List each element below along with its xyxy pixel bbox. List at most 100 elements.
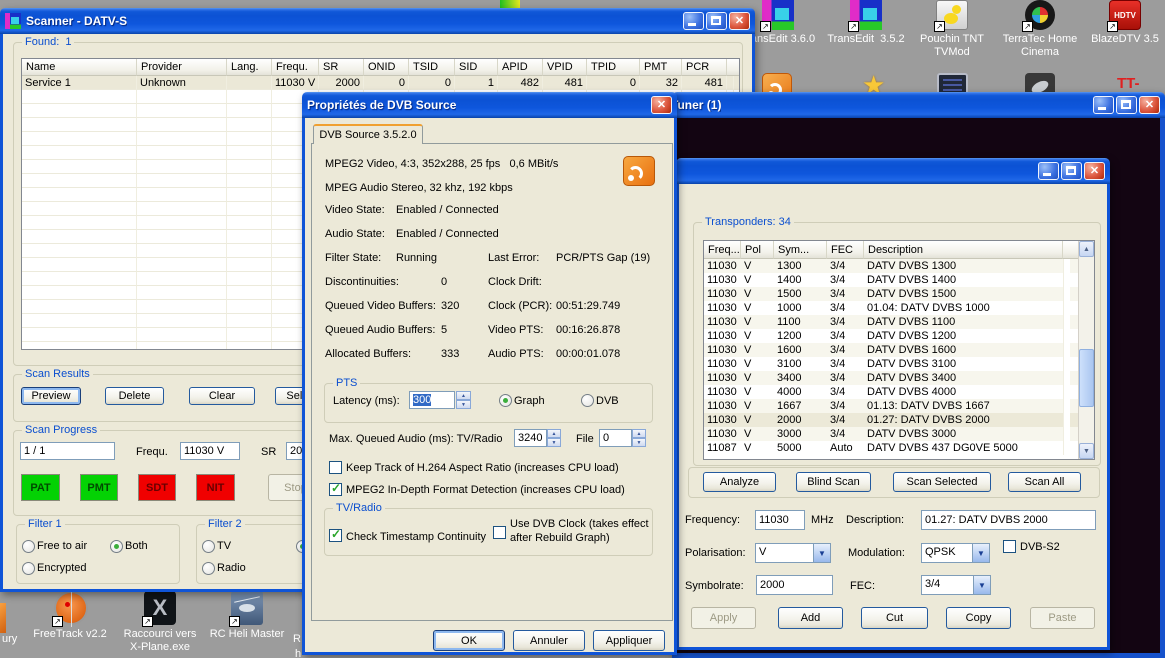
transponder-row[interactable]: 11030V 15003/4 DATV DVBS 1500 bbox=[704, 287, 1078, 301]
icon-label: Cinema bbox=[997, 46, 1083, 59]
cut-button[interactable]: Cut bbox=[861, 607, 928, 629]
blind-scan-button[interactable]: Blind Scan bbox=[796, 472, 871, 492]
filter1-encrypted-radio[interactable] bbox=[22, 562, 35, 575]
pts-label: PTS bbox=[333, 377, 360, 389]
scroll-up-icon[interactable]: ▲ bbox=[1079, 241, 1094, 257]
chevron-down-icon[interactable]: ▼ bbox=[813, 544, 830, 562]
filter2-tv-radio[interactable] bbox=[202, 540, 215, 553]
description-field[interactable]: 01.27: DATV DVBS 2000 bbox=[921, 510, 1096, 530]
chevron-down-icon[interactable]: ▼ bbox=[973, 576, 990, 594]
filter2-radio-radio[interactable] bbox=[202, 562, 215, 575]
apply-button[interactable]: Apply bbox=[691, 607, 756, 629]
desktop-icon-blazedtv[interactable]: HDTV ↗ BlazeDTV 3.5 bbox=[1085, 0, 1165, 46]
symbolrate-field[interactable]: 2000 bbox=[756, 575, 833, 595]
filter1-free-to-air-radio[interactable] bbox=[22, 540, 35, 553]
freetrack-icon: ↗ bbox=[54, 591, 86, 625]
scroll-down-icon[interactable]: ▼ bbox=[1079, 443, 1094, 459]
transponder-row[interactable]: 11030V 34003/4 DATV DVBS 3400 bbox=[704, 371, 1078, 385]
transponders-list[interactable]: Freq... Pol Sym... FEC Description 11030… bbox=[703, 240, 1095, 460]
transponder-row[interactable]: 11030V 30003/4 DATV DVBS 3000 bbox=[704, 427, 1078, 441]
scroll-thumb[interactable] bbox=[1079, 349, 1094, 407]
filter1-both-radio[interactable] bbox=[110, 540, 123, 553]
timestamp-continuity-checkbox[interactable] bbox=[329, 529, 342, 542]
analyze-button[interactable]: Analyze bbox=[703, 472, 776, 492]
transponder-row[interactable]: 11030V 13003/4 DATV DVBS 1300 bbox=[704, 259, 1078, 273]
desktop-icon-transedit-352[interactable]: ↗ TransEdit 3.5.2 bbox=[823, 0, 909, 46]
minimize-button[interactable] bbox=[1038, 162, 1059, 180]
icon-label: FreeTrack v2.2 bbox=[27, 628, 113, 641]
transponder-row[interactable]: 11030V 11003/4 DATV DVBS 1100 bbox=[704, 315, 1078, 329]
status-row: Video State:Enabled / Connected bbox=[325, 204, 499, 228]
use-dvb-clock-label-line1: Use DVB Clock (takes effect bbox=[510, 518, 649, 530]
cancel-button[interactable]: Annuler bbox=[513, 630, 585, 651]
tuner-dialog-titlebar[interactable] bbox=[676, 158, 1110, 184]
add-button[interactable]: Add bbox=[778, 607, 843, 629]
polarisation-select[interactable]: V ▼ bbox=[755, 543, 831, 563]
scan-selected-button[interactable]: Scan Selected bbox=[893, 472, 991, 492]
services-list-header[interactable]: Name Provider Lang. Frequ. SR ONID TSID … bbox=[22, 59, 739, 76]
file-field[interactable]: 0 bbox=[599, 429, 632, 447]
use-dvb-clock-checkbox[interactable] bbox=[493, 526, 506, 539]
close-button[interactable] bbox=[1139, 96, 1160, 114]
transponder-row[interactable]: 11030V 14003/4 DATV DVBS 1400 bbox=[704, 273, 1078, 287]
helicopter-icon: ↗ bbox=[231, 591, 263, 625]
dvb-dialog-titlebar[interactable]: Propriétés de DVB Source bbox=[302, 92, 677, 118]
filter2-radio-label: Radio bbox=[217, 562, 246, 574]
modulation-select[interactable]: QPSK ▼ bbox=[921, 543, 990, 563]
transponder-row[interactable]: 11087V 5000Auto DATV DVBS 437 DG0VE 5000 bbox=[704, 441, 1078, 455]
scan-all-button[interactable]: Scan All bbox=[1008, 472, 1081, 492]
desktop-icon-pouchin[interactable]: ↗ Pouchin TNT TVMod bbox=[909, 0, 995, 59]
transponder-row[interactable]: 11030V 16673/4 01.13: DATV DVBS 1667 bbox=[704, 399, 1078, 413]
close-button[interactable] bbox=[729, 12, 750, 30]
preview-button[interactable]: Preview bbox=[21, 387, 81, 405]
clear-button[interactable]: Clear bbox=[189, 387, 255, 405]
transponder-row[interactable]: 11030V 12003/4 DATV DVBS 1200 bbox=[704, 329, 1078, 343]
h264-aspect-checkbox[interactable] bbox=[329, 461, 342, 474]
pts-graph-radio[interactable] bbox=[499, 394, 512, 407]
max-queued-audio-field[interactable]: 3240 bbox=[514, 429, 547, 447]
transponder-row[interactable]: 11030V 10003/4 01.04: DATV DVBS 1000 bbox=[704, 301, 1078, 315]
transponder-row[interactable]: 11030V 40003/4 DATV DVBS 4000 bbox=[704, 385, 1078, 399]
close-button[interactable] bbox=[651, 96, 672, 114]
transponder-row[interactable]: 11030V 16003/4 DATV DVBS 1600 bbox=[704, 343, 1078, 357]
latency-stepper[interactable]: ▲▼ bbox=[456, 391, 471, 409]
scanner-titlebar[interactable]: Scanner - DATV-S bbox=[0, 8, 755, 34]
maximize-button[interactable] bbox=[706, 12, 727, 30]
maximize-button[interactable] bbox=[1061, 162, 1082, 180]
tab-dvb-source[interactable]: DVB Source 3.5.2.0 bbox=[313, 124, 423, 144]
transponder-row[interactable]: 11030V 20003/4 01.27: DATV DVBS 2000 bbox=[704, 413, 1078, 427]
transponders-list-header[interactable]: Freq... Pol Sym... FEC Description bbox=[704, 241, 1094, 259]
pts-dvb-radio[interactable] bbox=[581, 394, 594, 407]
pmt-indicator: PMT bbox=[80, 474, 118, 501]
desktop-icon-freetrack[interactable]: ↗ FreeTrack v2.2 bbox=[27, 591, 113, 641]
maximize-button[interactable] bbox=[1116, 96, 1137, 114]
file-stepper[interactable]: ▲▼ bbox=[632, 429, 646, 447]
max-queued-audio-stepper[interactable]: ▲▼ bbox=[547, 429, 561, 447]
minimize-button[interactable] bbox=[1093, 96, 1114, 114]
desktop-icon-xplane[interactable]: X ↗ Raccourci vers X-Plane.exe bbox=[117, 591, 203, 654]
scrollbar[interactable]: ▲ ▼ bbox=[1078, 241, 1094, 459]
mpeg2-indepth-checkbox[interactable] bbox=[329, 483, 342, 496]
desktop-icon-partial-left[interactable] bbox=[0, 603, 6, 633]
status-row: Queued Audio Buffers:5 bbox=[325, 324, 459, 348]
paste-button[interactable]: Paste bbox=[1030, 607, 1095, 629]
latency-field[interactable]: 300 bbox=[409, 391, 455, 409]
table-row[interactable]: Service 1Unknown 11030 V 20000 01 482481… bbox=[22, 76, 739, 90]
desktop-icon-terratec[interactable]: ↗ TerraTec Home Cinema bbox=[997, 0, 1083, 59]
fec-select[interactable]: 3/4 ▼ bbox=[921, 575, 991, 595]
ok-button[interactable]: OK bbox=[433, 630, 505, 651]
chevron-down-icon[interactable]: ▼ bbox=[972, 544, 989, 562]
desktop-icon-rcheli[interactable]: ↗ RC Heli Master bbox=[204, 591, 290, 641]
transponder-row[interactable]: 11030V 31003/4 DATV DVBS 3100 bbox=[704, 357, 1078, 371]
progress-field[interactable]: 1 / 1 bbox=[20, 442, 115, 460]
freq-field[interactable]: 11030 V bbox=[180, 442, 240, 460]
close-button[interactable] bbox=[1084, 162, 1105, 180]
apply-button[interactable]: Appliquer bbox=[593, 630, 665, 651]
copy-button[interactable]: Copy bbox=[946, 607, 1011, 629]
frequency-field[interactable]: 11030 bbox=[755, 510, 805, 530]
delete-button[interactable]: Delete bbox=[105, 387, 164, 405]
shortcut-arrow-icon: ↗ bbox=[760, 21, 771, 32]
dvbs2-checkbox[interactable] bbox=[1003, 540, 1016, 553]
tuner-titlebar[interactable]: Tuner (1) bbox=[672, 92, 1165, 118]
minimize-button[interactable] bbox=[683, 12, 704, 30]
